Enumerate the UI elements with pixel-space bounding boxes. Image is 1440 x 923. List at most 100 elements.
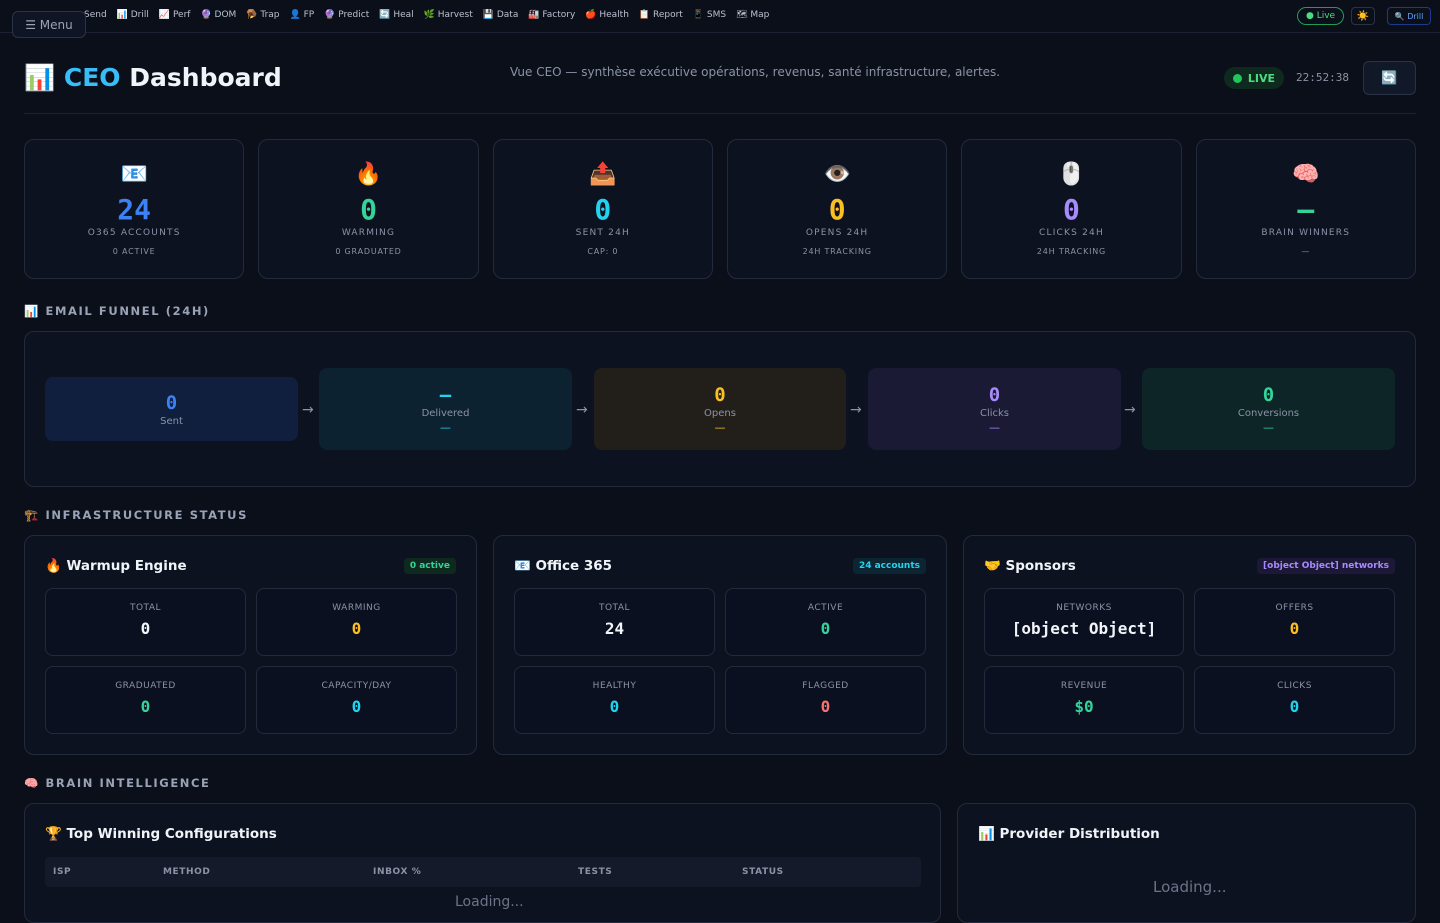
- stage-label: Sent: [160, 415, 183, 427]
- column-header-isp[interactable]: ISP: [53, 867, 71, 877]
- kpi-card-warming[interactable]: 🔥 0 WARMING 0 GRADUATED: [258, 139, 479, 279]
- kpi-card-opens[interactable]: 👁️ 0 OPENS 24H 24H TRACKING: [726, 139, 948, 279]
- stage-value: 0: [714, 384, 726, 406]
- stat-clicks: CLICKS 0: [1194, 666, 1395, 734]
- funnel-stage-opens[interactable]: 0 Opens —: [594, 368, 846, 450]
- stage-percent: —: [714, 421, 726, 434]
- stat-value: 0: [609, 697, 620, 716]
- status-badge: 24 accounts: [852, 558, 926, 574]
- kpi-value: 0: [594, 193, 612, 226]
- column-header-status[interactable]: STATUS: [742, 867, 784, 877]
- stat-label: FLAGGED: [802, 681, 849, 691]
- arrow-icon: →: [850, 402, 862, 418]
- kpi-sub: 0 ACTIVE: [112, 247, 156, 256]
- nav-link-fp[interactable]: 👤 FP: [290, 10, 315, 20]
- card-title: 📧 Office 365: [514, 558, 613, 574]
- kpi-card-sent[interactable]: 📤 0 SENT 24H CAP: 0: [492, 139, 713, 279]
- stat-label: WARMING: [332, 603, 381, 613]
- stat-value: 0: [1289, 697, 1300, 716]
- nav-link-harvest[interactable]: 🌿 Harvest: [424, 10, 473, 20]
- funnel-stage-sent[interactable]: 0 Sent: [45, 377, 298, 441]
- kpi-value: 0: [1063, 193, 1080, 226]
- refresh-button[interactable]: 🔄: [1363, 61, 1416, 95]
- funnel-stage-clicks[interactable]: 0 Clicks —: [868, 368, 1121, 450]
- stat-total: TOTAL 0: [45, 588, 246, 656]
- kpi-row: 📧 24 O365 ACCOUNTS 0 ACTIVE 🔥 0 WARMING …: [24, 139, 1416, 279]
- stat-label: CLICKS: [1277, 681, 1312, 691]
- stage-value: 0: [165, 391, 178, 414]
- stat-capacity: CAPACITY/DAY 0: [256, 666, 457, 734]
- stat-label: HEALTHY: [592, 681, 637, 691]
- warmup-engine-card: 🔥 Warmup Engine 0 active TOTAL 0 WARMING 0…: [24, 535, 477, 755]
- menu-button[interactable]: ☰ Menu: [12, 11, 86, 38]
- table-loading: Loading...: [455, 894, 524, 910]
- status-badge: 0 active: [403, 558, 456, 574]
- nav-link-trap[interactable]: 🪤 Trap: [246, 10, 279, 20]
- card-title: 🤝 Sponsors: [984, 558, 1076, 574]
- kpi-value: 24: [117, 193, 152, 226]
- nav-link-predict[interactable]: 🔮 Predict: [324, 10, 369, 20]
- funnel-stage-delivered[interactable]: — Delivered —: [319, 368, 572, 450]
- kpi-label: CLICKS 24H: [1039, 228, 1104, 238]
- stat-label: TOTAL: [598, 603, 631, 613]
- stat-label: OFFERS: [1275, 603, 1314, 613]
- drill-button[interactable]: 🔍 Drill: [1387, 7, 1431, 25]
- kpi-sub: 24H TRACKING: [802, 247, 872, 256]
- column-header-tests[interactable]: TESTS: [578, 867, 612, 877]
- page-subtitle: Vue CEO — synthèse exécutive opérations,…: [510, 65, 1001, 79]
- nav-link-drill[interactable]: 📊 Drill: [117, 10, 149, 20]
- nav-link-heal[interactable]: 🔄 Heal: [379, 10, 413, 20]
- kpi-value: —: [1297, 193, 1315, 226]
- stat-label: TOTAL: [129, 603, 162, 613]
- infra-heading: 🏗️ INFRASTRUCTURE STATUS: [24, 508, 249, 522]
- kpi-label: OPENS 24H: [805, 228, 869, 238]
- stat-value: 0: [820, 697, 831, 716]
- nav-link-health[interactable]: 🍎 Health: [585, 10, 629, 20]
- top-nav: Send 📊 Drill 📈 Perf 🔮 DOM 🪤 Trap 👤 FP 🔮 …: [0, 0, 1440, 33]
- kpi-card-clicks[interactable]: 🖱️ 0 CLICKS 24H 24H TRACKING: [961, 139, 1182, 279]
- card-title: 🏆 Top Winning Configurations: [45, 826, 277, 842]
- kpi-card-brain[interactable]: 🧠 — BRAIN WINNERS —: [1195, 139, 1416, 279]
- column-header-method[interactable]: METHOD: [163, 867, 211, 877]
- card-title: 📊 Provider Distribution: [978, 826, 1160, 842]
- nav-link-dom[interactable]: 🔮 DOM: [200, 10, 236, 20]
- kpi-label: SENT 24H: [575, 228, 630, 238]
- stat-value: [object Object]: [1011, 619, 1157, 638]
- nav-link-perf[interactable]: 📈 Perf: [159, 10, 191, 20]
- sun-icon: ☀️: [1356, 10, 1370, 22]
- nav-link-factory[interactable]: 🏭 Factory: [528, 10, 575, 20]
- stat-value: 0: [820, 619, 831, 638]
- nav-link-map[interactable]: 🗺 Map: [736, 10, 769, 20]
- stat-healthy: HEALTHY 0: [514, 666, 715, 734]
- live-status-pill[interactable]: ● Live: [1297, 7, 1345, 25]
- arrow-icon: →: [1124, 402, 1136, 418]
- kpi-card-o365[interactable]: 📧 24 O365 ACCOUNTS 0 ACTIVE: [24, 139, 245, 279]
- stage-value: 0: [1262, 384, 1275, 406]
- email-funnel: 0 Sent → — Delivered — → 0 Opens — → 0 C…: [24, 331, 1416, 487]
- kpi-label: O365 ACCOUNTS: [87, 228, 181, 238]
- nav-link-sms[interactable]: 📱 SMS: [693, 10, 726, 20]
- nav-link-send[interactable]: Send: [84, 10, 107, 20]
- outbox-icon: 📤: [589, 162, 617, 187]
- theme-toggle-button[interactable]: ☀️: [1351, 7, 1375, 25]
- title-accent: CEO: [63, 63, 121, 92]
- kpi-label: BRAIN WINNERS: [1261, 228, 1351, 238]
- table-header: ISP METHOD INBOX % TESTS STATUS: [45, 857, 921, 887]
- provider-loading: Loading...: [1153, 878, 1227, 896]
- stage-percent: —: [440, 421, 451, 434]
- stage-label: Clicks: [979, 408, 1010, 419]
- stat-networks: NETWORKS [object Object]: [984, 588, 1184, 656]
- kpi-sub: 0 GRADUATED: [335, 247, 402, 256]
- arrow-icon: →: [576, 402, 588, 418]
- stat-value: 0: [140, 619, 151, 638]
- stage-percent: —: [989, 421, 1000, 434]
- nav-link-report[interactable]: 📋 Report: [639, 10, 683, 20]
- stat-value: 0: [1289, 619, 1300, 638]
- funnel-stage-conversions[interactable]: 0 Conversions —: [1142, 368, 1395, 450]
- top-configs-card: 🏆 Top Winning Configurations ISP METHOD …: [24, 803, 941, 923]
- column-header-inbox[interactable]: INBOX %: [373, 867, 421, 877]
- nav-link-data[interactable]: 💾 Data: [483, 10, 519, 20]
- live-badge: LIVE: [1224, 67, 1284, 89]
- stat-offers: OFFERS 0: [1194, 588, 1395, 656]
- stat-graduated: GRADUATED 0: [45, 666, 246, 734]
